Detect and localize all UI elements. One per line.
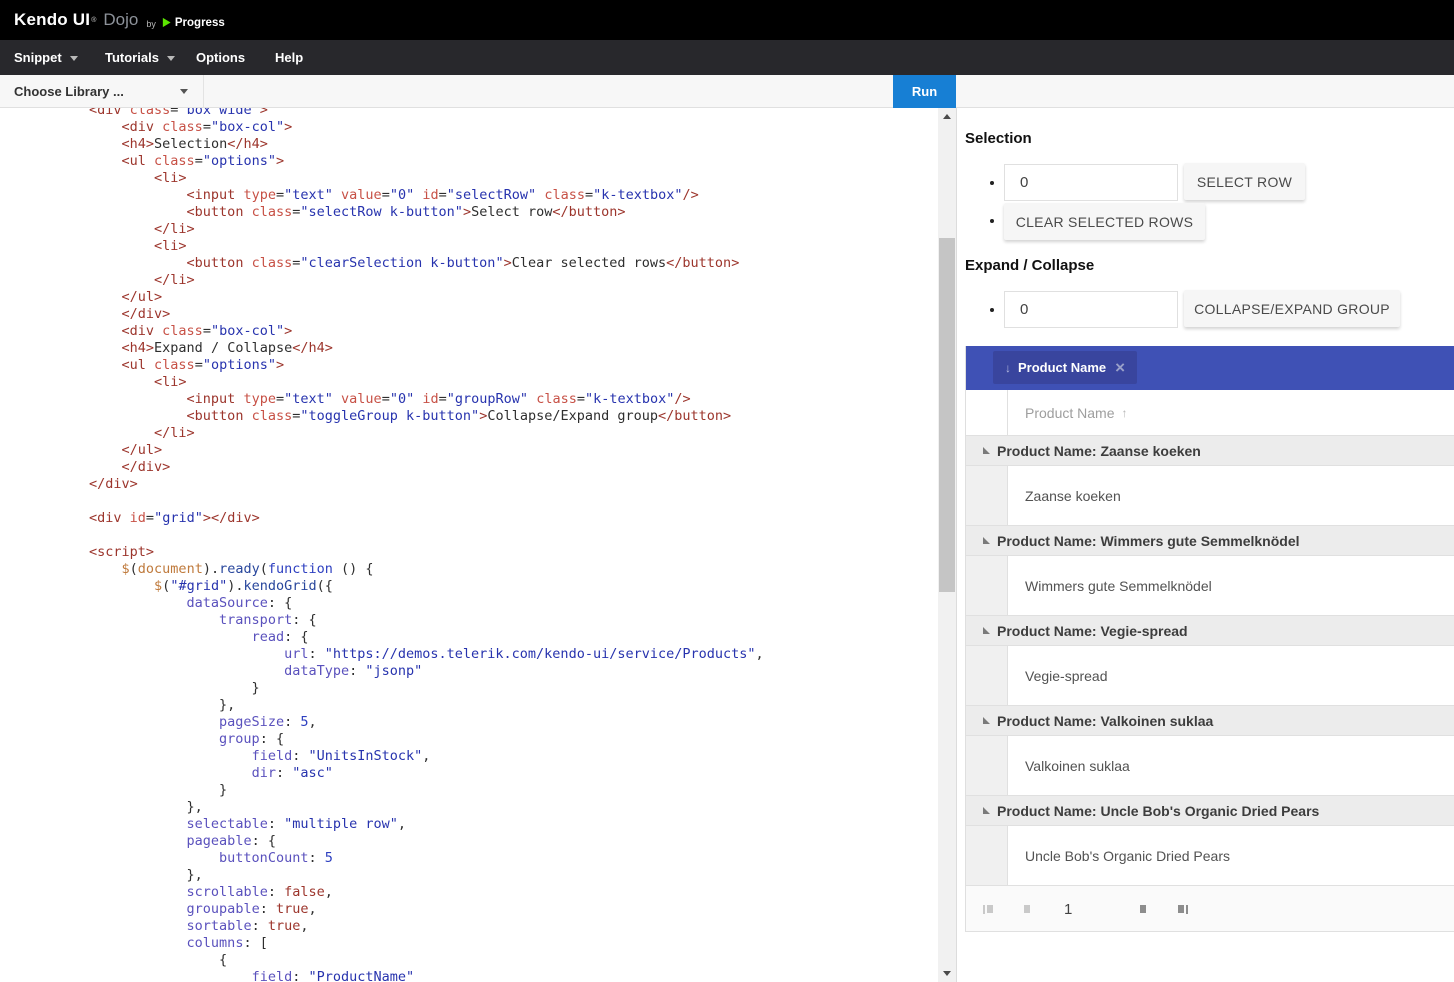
choose-library-dropdown[interactable]: Choose Library ... <box>0 75 203 107</box>
group-indent-cell <box>966 736 1008 795</box>
table-row[interactable]: Uncle Bob's Organic Dried Pears <box>966 826 1454 886</box>
grid-column-header-row: Product Name ↑ <box>966 390 1454 436</box>
run-button[interactable]: Run <box>893 75 956 108</box>
registered-mark: ® <box>91 16 97 24</box>
product-name-cell: Valkoinen suklaa <box>1025 757 1130 774</box>
product-name-cell: Wimmers gute Semmelknödel <box>1025 577 1212 594</box>
scroll-down-button[interactable] <box>938 965 956 982</box>
previous-page-icon <box>1024 905 1030 913</box>
menu-tutorials[interactable]: Tutorials <box>105 40 175 75</box>
arrow-down-icon <box>943 971 951 976</box>
remove-group-icon[interactable]: × <box>1115 359 1125 376</box>
menu-bar: Snippet Tutorials Options Help <box>0 40 1454 75</box>
group-header-row[interactable]: Product Name: Wimmers gute Semmelknödel <box>966 526 1454 556</box>
group-header-row[interactable]: Product Name: Zaanse koeken <box>966 436 1454 466</box>
dojo-logo-text: Dojo <box>103 10 139 29</box>
grid-pager: 1 <box>966 886 1454 932</box>
sort-descending-icon[interactable]: ↓ <box>1005 361 1011 375</box>
menu-help[interactable]: Help <box>275 40 303 75</box>
table-row[interactable]: Valkoinen suklaa <box>966 736 1454 796</box>
product-name-cell: Zaanse koeken <box>1025 487 1121 504</box>
product-name-cell: Vegie-spread <box>1025 667 1108 684</box>
group-indent-cell <box>966 646 1008 705</box>
last-page-button[interactable] <box>1178 886 1188 932</box>
group-label: Product Name: Uncle Bob's Organic Dried … <box>997 802 1320 819</box>
scrollbar-thumb[interactable] <box>939 238 955 592</box>
progress-logo-text: Progress <box>174 16 225 29</box>
table-row[interactable]: Zaanse koeken <box>966 466 1454 526</box>
group-header-row[interactable]: Product Name: Uncle Bob's Organic Dried … <box>966 796 1454 826</box>
next-page-icon <box>1140 905 1146 913</box>
selection-heading: Selection <box>965 130 1032 147</box>
collapse-group-icon[interactable] <box>983 807 990 814</box>
menu-snippet[interactable]: Snippet <box>14 40 78 75</box>
collapse-group-icon[interactable] <box>983 717 990 724</box>
list-bullet <box>990 219 994 223</box>
progress-logo-icon <box>161 17 172 28</box>
group-label: Product Name: Wimmers gute Semmelknödel <box>997 532 1300 549</box>
table-row[interactable]: Wimmers gute Semmelknödel <box>966 556 1454 616</box>
scroll-up-button[interactable] <box>938 108 956 125</box>
code-editor-region[interactable]: <div class="box wide"> <div class="box-c… <box>0 108 938 982</box>
collapse-group-icon[interactable] <box>983 627 990 634</box>
list-bullet <box>990 181 994 185</box>
product-name-cell: Uncle Bob's Organic Dried Pears <box>1025 847 1230 864</box>
first-page-button[interactable] <box>983 886 993 932</box>
group-chip-product-name[interactable]: ↓ Product Name × <box>993 351 1138 384</box>
clear-selected-rows-button[interactable]: CLEAR SELECTED ROWS <box>1004 203 1205 240</box>
preview-pane: Selection SELECT ROW CLEAR SELECTED ROWS… <box>956 108 1454 982</box>
group-label: Product Name: Valkoinen suklaa <box>997 712 1214 729</box>
page-number-current[interactable]: 1 <box>1064 886 1072 932</box>
sort-ascending-icon: ↑ <box>1121 405 1128 420</box>
group-indent-cell <box>966 466 1008 525</box>
next-page-button[interactable] <box>1140 886 1146 932</box>
kendo-grid: ↓ Product Name × Product Name ↑ Product … <box>965 346 1454 932</box>
editor-scrollbar[interactable] <box>938 108 956 982</box>
group-indent-header-cell <box>966 390 1008 435</box>
group-indent-cell <box>966 826 1008 885</box>
collapse-group-icon[interactable] <box>983 537 990 544</box>
chevron-down-icon <box>166 56 175 61</box>
arrow-up-icon <box>943 114 951 119</box>
table-row[interactable]: Vegie-spread <box>966 646 1454 706</box>
group-header-row[interactable]: Product Name: Valkoinen suklaa <box>966 706 1454 736</box>
expand-collapse-heading: Expand / Collapse <box>965 257 1095 274</box>
group-indent-cell <box>966 556 1008 615</box>
group-header-row[interactable]: Product Name: Vegie-spread <box>966 616 1454 646</box>
select-row-button[interactable]: SELECT ROW <box>1184 163 1305 200</box>
first-page-icon <box>983 904 985 914</box>
menu-options[interactable]: Options <box>196 40 245 75</box>
collapse-group-icon[interactable] <box>983 447 990 454</box>
select-row-input[interactable] <box>1004 164 1178 201</box>
last-page-icon <box>1178 905 1184 913</box>
column-header-product-name[interactable]: Product Name ↑ <box>1008 390 1454 435</box>
group-label: Product Name: Vegie-spread <box>997 622 1188 639</box>
grid-group-drop-area[interactable]: ↓ Product Name × <box>966 346 1454 390</box>
group-row-input[interactable] <box>1004 291 1178 328</box>
grid-body: Product Name: Zaanse koeken Zaanse koeke… <box>966 436 1454 886</box>
top-bar: Kendo UI ® Dojo by Progress <box>0 0 1454 40</box>
by-text: by <box>146 18 156 29</box>
list-bullet <box>990 308 994 312</box>
kendo-ui-logo: Kendo UI <box>14 10 91 29</box>
library-toolbar: Choose Library ... Run <box>0 75 1454 108</box>
previous-page-button[interactable] <box>1024 886 1030 932</box>
group-label: Product Name: Zaanse koeken <box>997 442 1201 459</box>
collapse-expand-group-button[interactable]: COLLAPSE/EXPAND GROUP <box>1184 290 1400 327</box>
code-editor[interactable]: <div class="box wide"> <div class="box-c… <box>0 108 764 982</box>
toolbar-divider <box>203 75 204 107</box>
chevron-down-icon <box>180 89 188 94</box>
chevron-down-icon <box>69 56 78 61</box>
